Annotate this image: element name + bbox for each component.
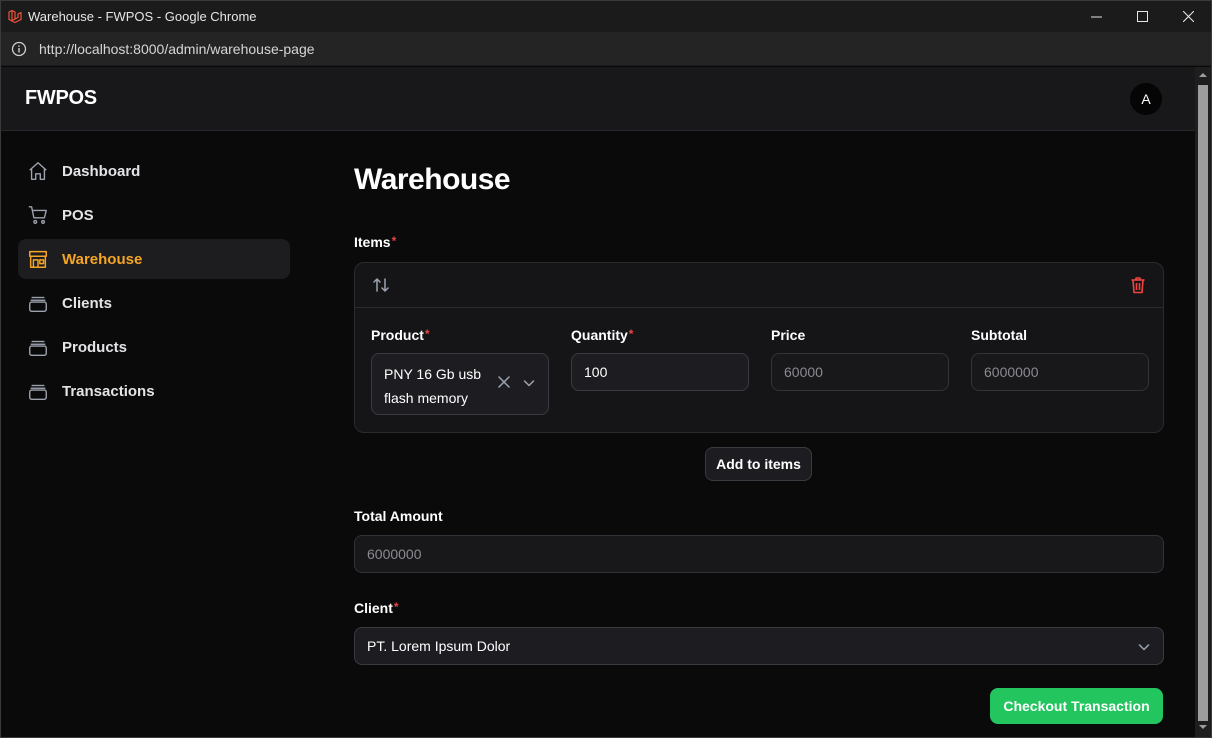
maximize-icon — [1136, 11, 1148, 22]
browser-window: Warehouse - FWPOS - Google Chrome http:/… — [0, 0, 1212, 738]
subtotal-label: Subtotal — [971, 327, 1027, 343]
chevron-down-icon[interactable] — [1137, 640, 1151, 654]
repeater-item-header — [355, 263, 1163, 308]
close-icon — [1182, 11, 1194, 22]
sidebar-item-products[interactable]: Products — [18, 327, 290, 367]
items-label-text: Items — [354, 234, 391, 250]
sidebar: Dashboard POS Warehouse Clients Products… — [18, 151, 290, 415]
sidebar-item-label: POS — [62, 206, 94, 224]
stack-icon — [26, 335, 50, 359]
stack-icon — [26, 379, 50, 403]
client-select[interactable]: PT. Lorem Ipsum Dolor — [354, 627, 1164, 665]
required-mark: * — [424, 327, 430, 341]
required-mark: * — [393, 600, 399, 614]
quantity-label-text: Quantity — [571, 327, 628, 343]
sidebar-item-clients[interactable]: Clients — [18, 283, 290, 323]
reorder-icon[interactable] — [371, 275, 391, 295]
url-prefix: http:// — [39, 40, 75, 57]
sidebar-item-label: Clients — [62, 294, 113, 312]
client-label-text: Client — [354, 600, 393, 616]
laravel-logo-icon — [8, 9, 22, 23]
url-host: localhost — [74, 40, 130, 57]
url-path: :8000/admin/warehouse-page — [129, 40, 315, 57]
product-label: Product* — [371, 327, 549, 343]
price-input: 60000 — [771, 353, 949, 391]
store-icon — [26, 247, 50, 271]
add-to-items-button[interactable]: Add to items — [705, 447, 812, 481]
sidebar-item-label: Products — [62, 338, 128, 356]
minimize-icon — [1090, 16, 1102, 18]
address-bar[interactable]: http://localhost:8000/admin/warehouse-pa… — [1, 32, 1211, 66]
items-repeater: Product* PNY 16 Gb usb flash memory Quan… — [354, 262, 1164, 433]
price-field: Price 60000 — [771, 327, 949, 391]
product-select[interactable]: PNY 16 Gb usb flash memory — [371, 353, 549, 415]
stack-icon — [26, 291, 50, 315]
sidebar-item-label: Warehouse — [62, 250, 143, 268]
client-select-value: PT. Lorem Ipsum Dolor — [367, 638, 511, 654]
sidebar-item-label: Transactions — [62, 382, 155, 400]
scroll-down-arrow-icon[interactable] — [1199, 723, 1207, 731]
required-mark: * — [628, 327, 634, 341]
sidebar-item-dashboard[interactable]: Dashboard — [18, 151, 290, 191]
quantity-input[interactable]: 100 — [571, 353, 749, 391]
required-mark: * — [391, 234, 397, 248]
sidebar-item-transactions[interactable]: Transactions — [18, 371, 290, 411]
total-amount-label: Total Amount — [354, 508, 443, 524]
total-amount-input: 6000000 — [354, 535, 1164, 573]
scroll-up-arrow-icon[interactable] — [1199, 71, 1207, 79]
subtotal-field: Subtotal 6000000 — [971, 327, 1149, 391]
cart-icon — [26, 203, 50, 227]
title-bar: Warehouse - FWPOS - Google Chrome — [1, 1, 1211, 32]
scrollbar-thumb[interactable] — [1198, 85, 1208, 721]
product-field: Product* PNY 16 Gb usb flash memory — [371, 327, 549, 415]
client-label: Client* — [354, 600, 399, 616]
product-select-value: PNY 16 Gb usb flash memory — [384, 366, 482, 406]
user-avatar[interactable]: A — [1130, 83, 1162, 115]
sidebar-item-label: Dashboard — [62, 162, 141, 180]
close-button[interactable] — [1165, 1, 1211, 32]
page-content: FWPOS A Dashboard POS Warehouse Clients … — [1, 67, 1195, 737]
subtotal-input: 6000000 — [971, 353, 1149, 391]
brand-logo[interactable]: FWPOS — [25, 87, 97, 110]
sidebar-item-warehouse[interactable]: Warehouse — [18, 239, 290, 279]
top-navbar: FWPOS A — [1, 67, 1195, 131]
window-controls — [1073, 1, 1211, 32]
quantity-field: Quantity* 100 — [571, 327, 749, 391]
checkout-transaction-button[interactable]: Checkout Transaction — [990, 688, 1163, 724]
quantity-label: Quantity* — [571, 327, 749, 343]
trash-icon[interactable] — [1128, 275, 1148, 295]
price-label: Price — [771, 327, 806, 343]
chevron-down-icon[interactable] — [522, 376, 536, 390]
info-icon[interactable] — [11, 41, 27, 57]
window-title: Warehouse - FWPOS - Google Chrome — [28, 9, 257, 24]
clear-icon[interactable] — [496, 374, 512, 390]
maximize-button[interactable] — [1119, 1, 1165, 32]
items-label: Items* — [354, 234, 396, 250]
sidebar-item-pos[interactable]: POS — [18, 195, 290, 235]
url-text[interactable]: http://localhost:8000/admin/warehouse-pa… — [39, 41, 315, 57]
minimize-button[interactable] — [1073, 1, 1119, 32]
product-label-text: Product — [371, 327, 424, 343]
page-title: Warehouse — [354, 163, 511, 196]
home-icon — [26, 159, 50, 183]
page-scrollbar[interactable] — [1195, 67, 1211, 737]
